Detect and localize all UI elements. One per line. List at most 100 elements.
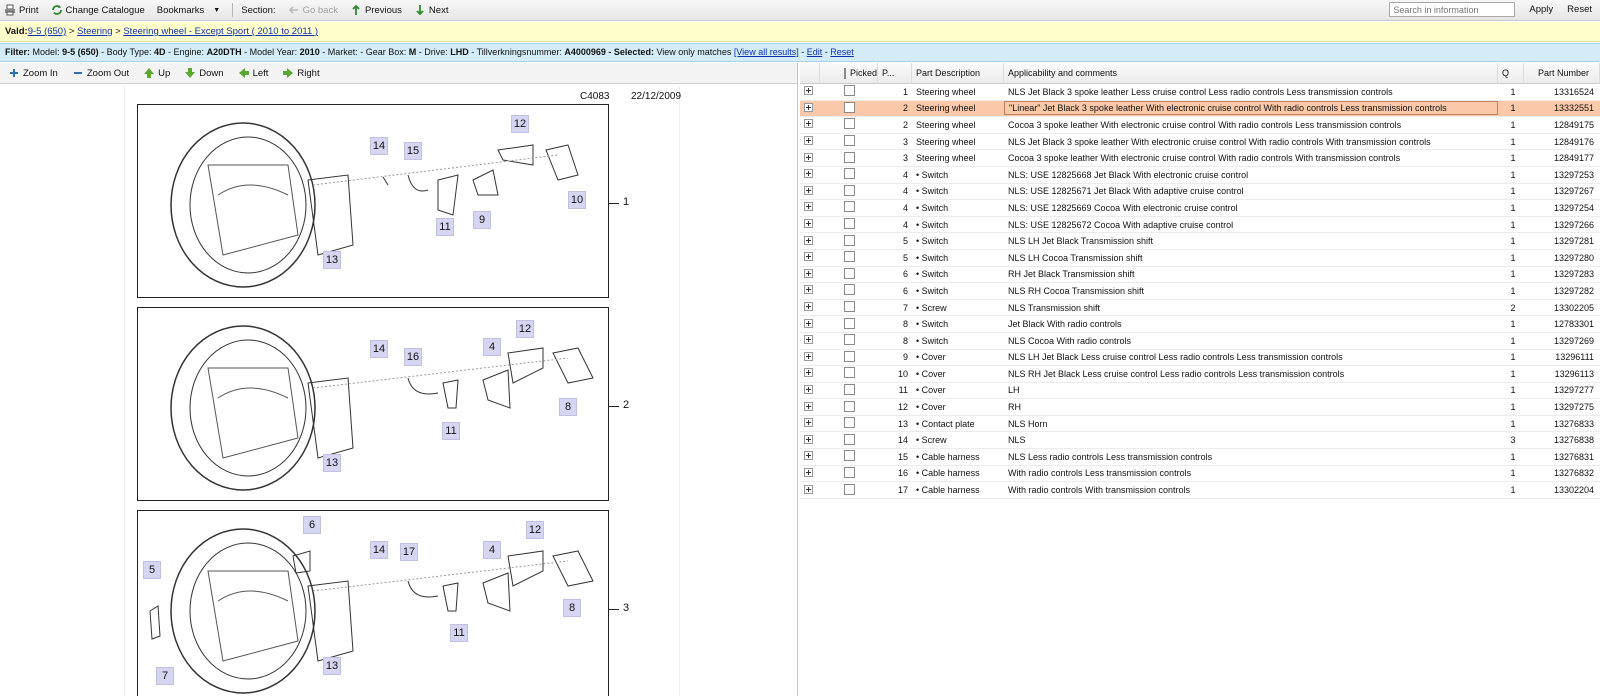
table-row[interactable]: 8 • Switch NLS Cocoa With radio controls 1 1… [800,333,1600,350]
table-row[interactable]: 12 • Cover RH 1 13297275 [800,399,1600,416]
breadcrumb-steering-wheel-link[interactable]: Steering wheel - Except Sport ( 2010 to … [123,26,318,37]
picked-checkbox[interactable] [844,267,855,279]
callout-label[interactable]: 4 [483,338,501,356]
expand-icon[interactable] [804,152,813,162]
callout-label[interactable]: 12 [511,115,529,133]
zoom-out-button[interactable]: Zoom Out [72,67,129,79]
picked-checkbox[interactable] [844,151,855,163]
picked-checkbox[interactable] [844,218,855,230]
table-row[interactable]: 13 • Contact plate NLS Horn 1 13276833 [800,416,1600,433]
zoom-in-button[interactable]: Zoom In [8,67,58,79]
reset-button[interactable]: Reset [1567,4,1592,15]
print-button[interactable]: Print [4,4,39,16]
picked-checkbox[interactable] [844,417,855,429]
expand-icon[interactable] [804,235,813,245]
table-row[interactable]: 2 Steering wheel "Linear" Jet Black 3 spok… [800,100,1600,118]
table-row[interactable]: 3 Steering wheel Cocoa 3 spoke leather Wit… [800,150,1600,167]
picked-checkbox[interactable] [844,168,855,180]
expand-icon[interactable] [804,318,813,328]
callout-label[interactable]: 14 [370,137,388,155]
column-header-applicability[interactable]: Applicability and comments [1004,62,1498,84]
table-row[interactable]: 14 • Screw NLS 3 13276838 [800,432,1600,450]
column-header-quantity[interactable]: Q [1498,62,1524,84]
picked-checkbox[interactable] [844,383,855,395]
table-row[interactable]: 17 • Cable harness With radio controls Wit… [800,482,1600,499]
callout-label[interactable]: 6 [303,516,321,534]
expand-icon[interactable] [804,219,813,229]
callout-label[interactable]: 5 [143,561,161,579]
diagram-panel-3[interactable]: 6 5 7 14 17 4 12 8 11 13 [137,510,609,696]
callout-label[interactable]: 12 [516,320,534,338]
callout-label[interactable]: 11 [436,218,454,236]
expand-icon[interactable] [804,335,813,345]
next-button[interactable]: Next [414,4,448,16]
callout-label[interactable]: 8 [559,398,577,416]
table-row[interactable]: 11 • Cover LH 1 13297277 [800,383,1600,400]
callout-label[interactable]: 11 [442,422,460,440]
picked-checkbox[interactable] [844,135,855,147]
expand-icon[interactable] [804,102,813,112]
table-row[interactable]: 16 • Cable harness With radio controls Les… [800,466,1600,483]
table-row[interactable]: 6 • Switch RH Jet Black Transmission shift… [800,267,1600,284]
picked-checkbox[interactable] [844,483,855,495]
reset-filter-link[interactable]: Reset [830,47,854,57]
diagram-panel-1[interactable]: 14 15 12 10 9 11 13 [137,104,609,298]
apply-button[interactable]: Apply [1529,4,1553,15]
callout-label[interactable]: 16 [404,348,422,366]
expand-icon[interactable] [804,86,813,96]
picked-checkbox[interactable] [844,317,855,329]
column-header-part-number[interactable]: Part Number [1524,62,1600,84]
callout-label[interactable]: 13 [323,251,341,269]
pan-right-button[interactable]: Right [282,67,320,79]
table-row[interactable]: 5 • Switch NLS LH Cocoa Transmission shift… [800,250,1600,267]
callout-label[interactable]: 14 [370,541,388,559]
expand-icon[interactable] [804,119,813,129]
column-header-picked[interactable]: Picked [820,62,878,84]
expand-icon[interactable] [804,384,813,394]
expand-icon[interactable] [804,351,813,361]
table-row[interactable]: 4 • Switch NLS: USE 12825668 Jet Black Wit… [800,167,1600,184]
picked-checkbox[interactable] [844,433,855,445]
expand-icon[interactable] [804,136,813,146]
pan-down-button[interactable]: Down [184,67,224,79]
picked-checkbox[interactable] [844,367,855,379]
expand-icon[interactable] [804,169,813,179]
picked-checkbox[interactable] [844,466,855,478]
expand-icon[interactable] [804,285,813,295]
column-header-description[interactable]: Part Description [912,62,1004,84]
expand-icon[interactable] [804,434,813,444]
picked-checkbox[interactable] [844,184,855,196]
table-row[interactable]: 2 Steering wheel Cocoa 3 spoke leather Wit… [800,117,1600,134]
previous-button[interactable]: Previous [350,4,402,16]
callout-label[interactable]: 8 [563,599,581,617]
table-row[interactable]: 5 • Switch NLS LH Jet Black Transmission s… [800,233,1600,250]
callout-label[interactable]: 4 [483,541,501,559]
expand-icon[interactable] [804,368,813,378]
expand-icon[interactable] [804,451,813,461]
expand-icon[interactable] [804,252,813,262]
callout-label[interactable]: 11 [450,624,468,642]
table-row[interactable]: 4 • Switch NLS: USE 12825671 Jet Black Wit… [800,184,1600,201]
callout-label[interactable]: 12 [526,521,544,539]
bookmarks-menu[interactable]: Bookmarks ▼ [157,5,220,16]
expand-icon[interactable] [804,202,813,212]
expand-icon[interactable] [804,302,813,312]
callout-label[interactable]: 17 [400,543,418,561]
expand-icon[interactable] [804,418,813,428]
picked-checkbox[interactable] [844,234,855,246]
search-input[interactable] [1389,2,1516,17]
expand-icon[interactable] [804,401,813,411]
table-row[interactable]: 8 • Switch Jet Black With radio controls 1 1… [800,316,1600,333]
edit-filter-link[interactable]: Edit [807,47,823,57]
select-all-checkbox[interactable] [844,67,846,79]
table-row[interactable]: 15 • Cable harness NLS Less radio controls… [800,449,1600,466]
pan-left-button[interactable]: Left [238,67,268,79]
callout-label[interactable]: 10 [568,191,586,209]
change-catalogue-button[interactable]: Change Catalogue [51,4,145,16]
expand-icon[interactable] [804,185,813,195]
table-row[interactable]: 10 • Cover NLS RH Jet Black Less cruise co… [800,366,1600,383]
picked-checkbox[interactable] [844,284,855,296]
table-row[interactable]: 4 • Switch NLS: USE 12825669 Cocoa With el… [800,200,1600,217]
table-row[interactable]: 6 • Switch NLS RH Cocoa Transmission shift… [800,283,1600,300]
callout-label[interactable]: 13 [323,454,341,472]
